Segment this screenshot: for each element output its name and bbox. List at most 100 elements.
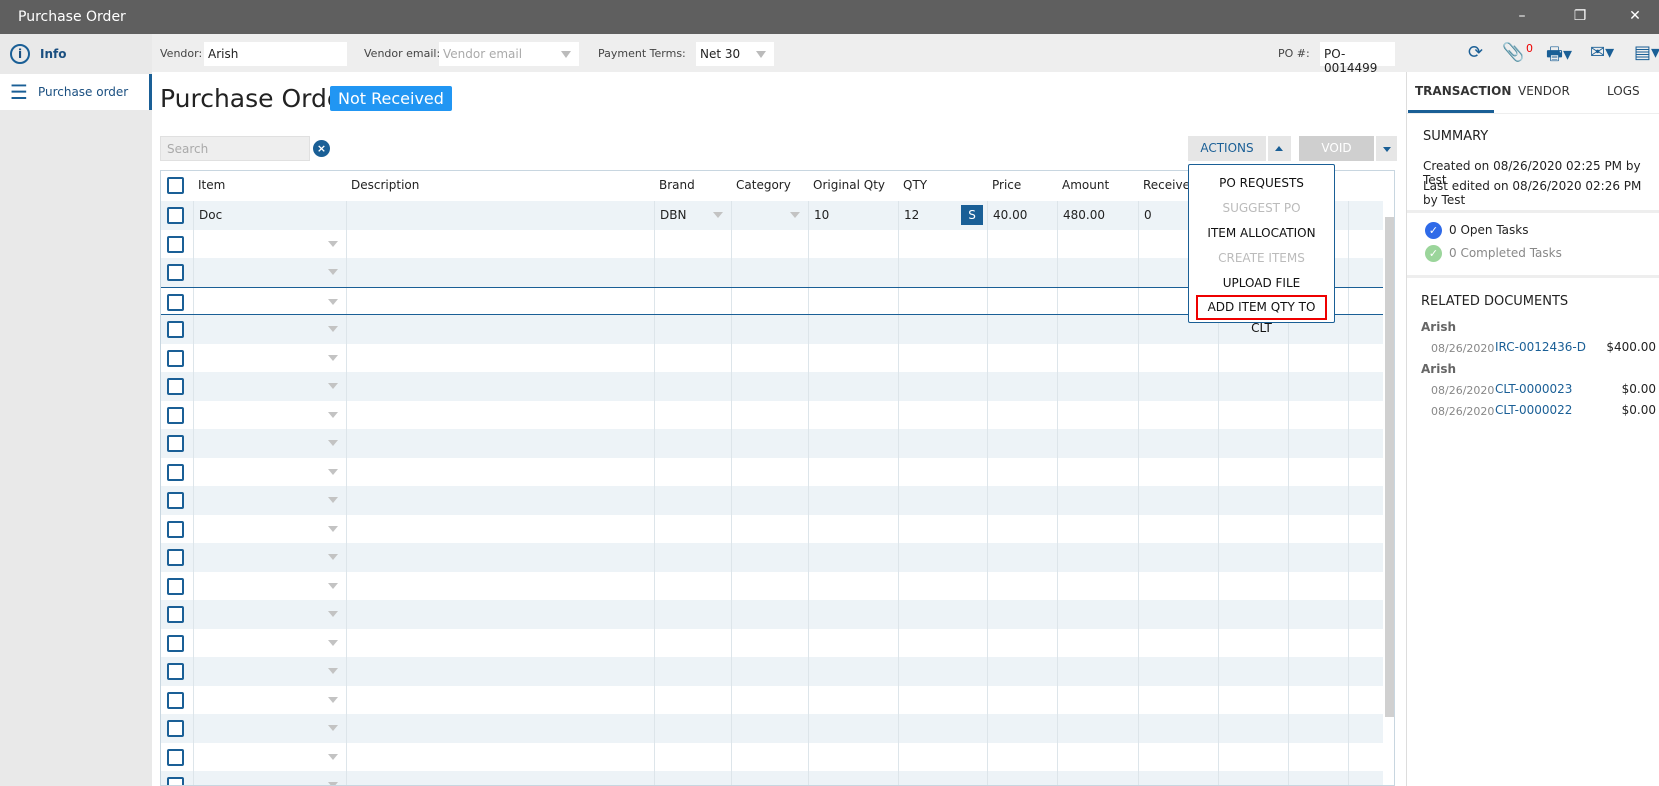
grid-cell[interactable] <box>808 429 898 458</box>
grid-cell[interactable] <box>1138 400 1218 429</box>
grid-cell[interactable] <box>1348 486 1383 515</box>
chevron-down-icon[interactable] <box>328 554 338 560</box>
chevron-down-icon[interactable] <box>328 668 338 674</box>
grid-cell[interactable] <box>1348 343 1383 372</box>
row-checkbox[interactable] <box>167 235 184 253</box>
column-header[interactable]: Amount <box>1057 171 1114 200</box>
grid-cell[interactable] <box>346 543 654 572</box>
grid-cell[interactable] <box>731 201 808 230</box>
grid-cell[interactable] <box>1138 457 1218 486</box>
grid-cell[interactable] <box>808 571 898 600</box>
grid-cell[interactable] <box>654 657 731 686</box>
grid-cell[interactable] <box>1057 571 1138 600</box>
grid-cell[interactable] <box>1138 628 1218 657</box>
grid-cell[interactable] <box>1348 229 1383 258</box>
grid-cell[interactable] <box>731 685 808 714</box>
grid-cell[interactable] <box>1288 571 1348 600</box>
chevron-down-icon[interactable] <box>328 497 338 503</box>
grid-cell[interactable] <box>346 657 654 686</box>
grid-cell[interactable]: DBN <box>654 201 731 230</box>
grid-cell[interactable] <box>731 543 808 572</box>
grid-cell[interactable] <box>1057 400 1138 429</box>
table-row[interactable] <box>161 457 1383 486</box>
grid-cell[interactable] <box>1138 742 1218 771</box>
grid-cell[interactable] <box>808 714 898 743</box>
grid-cell[interactable] <box>731 457 808 486</box>
grid-cell[interactable]: 10 <box>808 201 898 230</box>
minimize-icon[interactable]: – <box>1512 8 1532 24</box>
grid-cell[interactable] <box>1138 543 1218 572</box>
grid-cell[interactable] <box>346 514 654 543</box>
search-input[interactable]: Search <box>160 136 310 161</box>
grid-scrollbar[interactable] <box>1383 201 1394 785</box>
column-header[interactable]: Original Qty <box>808 171 890 200</box>
table-row[interactable] <box>161 685 1383 714</box>
grid-cell[interactable] <box>1348 600 1383 629</box>
grid-cell[interactable] <box>193 486 346 515</box>
grid-cell[interactable] <box>731 315 808 344</box>
grid-cell[interactable] <box>1218 600 1288 629</box>
table-row[interactable] <box>161 514 1383 543</box>
grid-cell[interactable] <box>654 258 731 287</box>
grid-cell[interactable] <box>1348 628 1383 657</box>
grid-cell[interactable] <box>808 258 898 287</box>
grid-cell[interactable] <box>654 315 731 344</box>
grid-cell[interactable] <box>346 742 654 771</box>
grid-cell[interactable] <box>898 543 987 572</box>
close-icon[interactable]: ✕ <box>1625 8 1645 24</box>
chevron-down-icon[interactable] <box>328 411 338 418</box>
print-icon[interactable]: 🖶▾ <box>1546 42 1572 72</box>
column-header[interactable]: Brand <box>654 171 700 200</box>
grid-cell[interactable] <box>731 372 808 401</box>
chevron-down-icon[interactable] <box>328 354 338 361</box>
grid-cell[interactable] <box>654 372 731 401</box>
grid-cell[interactable] <box>1288 372 1348 401</box>
grid-cell[interactable] <box>654 771 731 785</box>
doc-link[interactable]: CLT-0000022 <box>1495 403 1572 417</box>
grid-cell[interactable] <box>808 457 898 486</box>
table-row[interactable] <box>161 628 1383 657</box>
grid-cell[interactable] <box>1138 685 1218 714</box>
grid-cell[interactable] <box>1288 685 1348 714</box>
grid-cell[interactable] <box>987 429 1057 458</box>
grid-cell[interactable] <box>1057 229 1138 258</box>
grid-cell[interactable] <box>1218 571 1288 600</box>
grid-cell[interactable] <box>987 685 1057 714</box>
grid-cell[interactable] <box>1348 372 1383 401</box>
grid-cell[interactable] <box>1057 543 1138 572</box>
grid-cell[interactable] <box>731 486 808 515</box>
grid-cell[interactable] <box>1138 600 1218 629</box>
grid-cell[interactable] <box>898 372 987 401</box>
grid-cell[interactable] <box>808 372 898 401</box>
grid-cell[interactable] <box>731 400 808 429</box>
grid-cell[interactable] <box>193 771 346 785</box>
grid-cell[interactable]: 480.00 <box>1057 201 1138 230</box>
row-checkbox[interactable] <box>167 207 184 224</box>
grid-cell[interactable] <box>193 514 346 543</box>
actions-toggle-button[interactable] <box>1268 136 1291 161</box>
grid-cell[interactable] <box>346 429 654 458</box>
grid-cell[interactable] <box>1057 771 1138 785</box>
grid-cell[interactable] <box>731 229 808 258</box>
grid-cell[interactable] <box>193 229 346 258</box>
grid-cell[interactable] <box>193 400 346 429</box>
row-checkbox[interactable] <box>167 406 184 424</box>
column-header[interactable]: Description <box>346 171 424 200</box>
grid-cell[interactable] <box>654 457 731 486</box>
chevron-down-icon[interactable] <box>328 269 338 275</box>
column-header[interactable]: Item <box>193 171 230 200</box>
grid-cell[interactable] <box>193 429 346 458</box>
grid-cell[interactable] <box>987 600 1057 629</box>
sidebar-item-info[interactable]: i Info <box>0 36 152 72</box>
grid-cell[interactable] <box>1218 457 1288 486</box>
grid-cell[interactable] <box>808 343 898 372</box>
grid-cell[interactable] <box>1218 343 1288 372</box>
vendor-email-select[interactable]: Vendor email <box>439 42 579 66</box>
grid-cell[interactable] <box>654 600 731 629</box>
grid-cell[interactable] <box>193 600 346 629</box>
grid-cell[interactable]: 40.00 <box>987 201 1057 230</box>
row-checkbox[interactable] <box>167 293 184 311</box>
row-checkbox[interactable] <box>167 663 184 680</box>
row-checkbox[interactable] <box>167 777 184 785</box>
grid-cell[interactable] <box>193 742 346 771</box>
